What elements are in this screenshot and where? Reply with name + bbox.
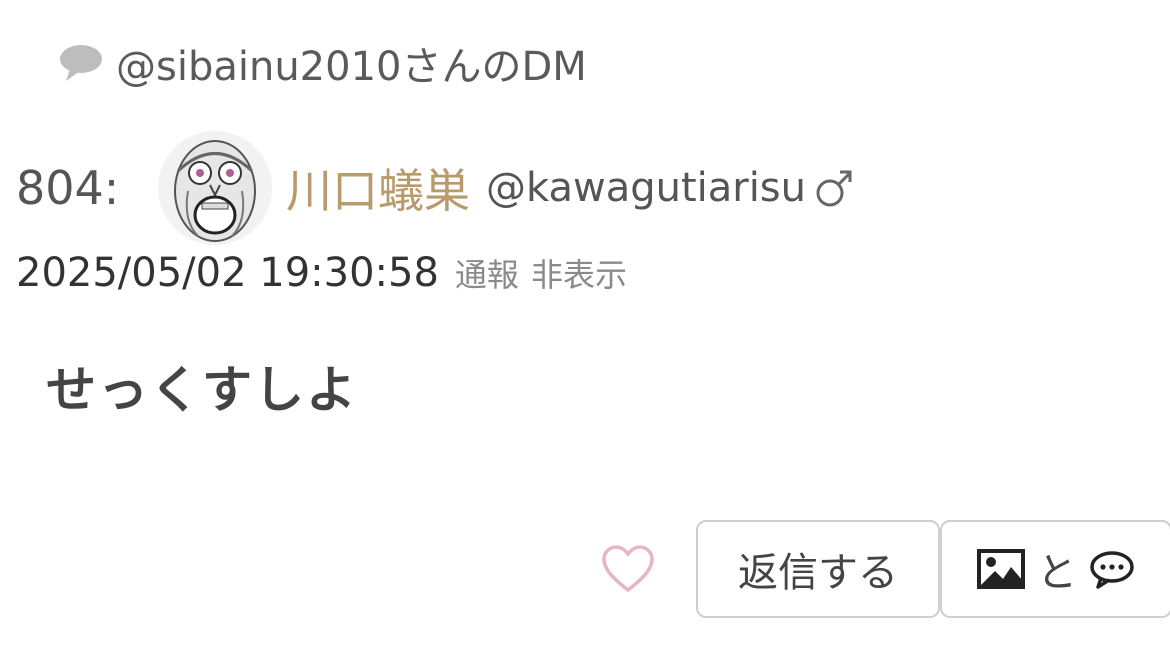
post-meta: 2025/05/02 19:30:58 通報 非表示 xyxy=(16,250,639,306)
author-name[interactable]: 川口蟻巣 xyxy=(286,155,470,221)
image-icon xyxy=(977,549,1025,589)
post-timestamp: 2025/05/02 19:30:58 xyxy=(16,250,439,296)
avatar[interactable] xyxy=(158,131,272,245)
post-header: 804: 川口蟻巣 @kawagutiarisu xyxy=(16,130,854,246)
post-actions: 返信する と xyxy=(600,518,1170,620)
heart-outline-icon[interactable] xyxy=(600,544,656,594)
comment-bubble-icon xyxy=(1090,551,1134,589)
post-number: 804: xyxy=(16,161,120,215)
reply-button-label: 返信する xyxy=(738,550,898,596)
image-reply-button[interactable]: と xyxy=(940,520,1170,618)
report-link[interactable]: 通報 xyxy=(455,250,519,296)
author-handle[interactable]: @kawagutiarisu xyxy=(486,165,806,211)
post-message: せっくすしよ xyxy=(46,361,358,419)
hide-link[interactable]: 非表示 xyxy=(531,250,627,296)
avatar-image xyxy=(158,131,272,245)
reply-button[interactable]: 返信する xyxy=(696,520,940,618)
male-symbol-icon xyxy=(816,170,852,207)
dm-label: @sibainu2010さんのDM xyxy=(116,44,587,90)
image-reply-button-label: と xyxy=(1037,550,1077,596)
dm-header: @sibainu2010さんのDM xyxy=(58,38,587,90)
speech-bubble-icon xyxy=(60,45,102,81)
